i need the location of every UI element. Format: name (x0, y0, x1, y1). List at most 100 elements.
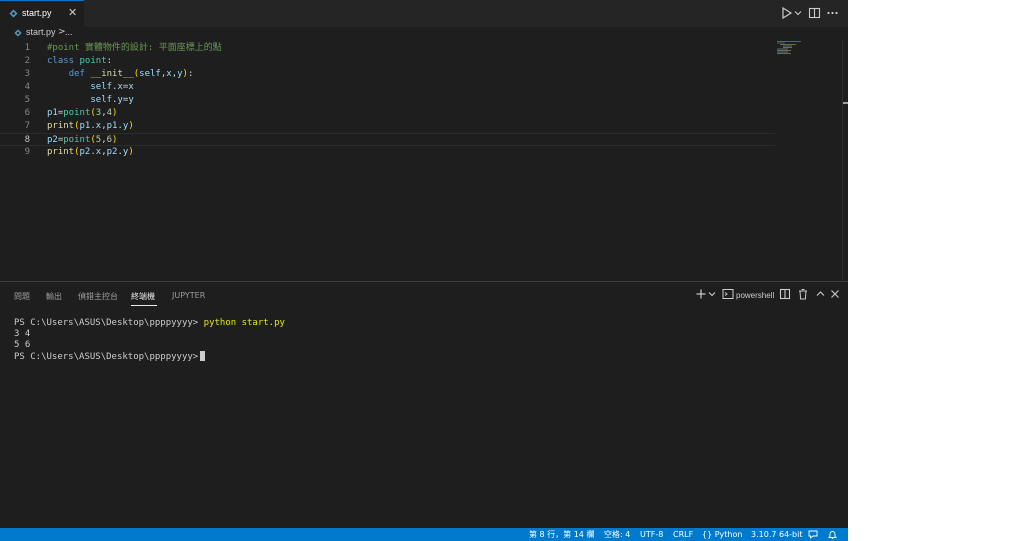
tab-output[interactable]: 輸出 (46, 291, 62, 302)
code-line[interactable]: 8 p2=point(5,6) (0, 133, 775, 146)
status-encoding[interactable]: UTF-8 (640, 529, 663, 540)
editor-scrollbar[interactable] (842, 40, 848, 281)
code-editor[interactable]: 1 #point 實體物件的設計: 平面座標上的點 2 class point: 3 d… (0, 40, 848, 281)
terminal-prompt: PS C:\Users\ASUS\Desktop\ppppyyyy> (14, 352, 199, 362)
split-terminal-icon[interactable] (779, 288, 791, 300)
terminal-shell-label[interactable]: powershell (736, 291, 774, 300)
code-token: ) (128, 121, 134, 131)
terminal-prompt: PS C:\Users\ASUS\Desktop\ppppyyyy> (14, 318, 199, 328)
code-token: p2 (47, 135, 58, 145)
line-number: 4 (24, 82, 30, 92)
code-line[interactable]: 3 def __init__(self,x,y): (0, 68, 775, 81)
code-line[interactable]: 7 print(p1.x,p1.y) (0, 120, 775, 133)
terminal-output-line: 5 6 (14, 340, 31, 350)
code-line[interactable]: 4 self.x=x (0, 81, 775, 94)
active-tab-indicator (131, 305, 157, 306)
code-token: y (128, 95, 134, 105)
code-token: p2 (106, 147, 118, 157)
split-editor-icon[interactable] (808, 6, 821, 20)
vscode-window: start.py ✕ start.py > ... 1 #point 實體物件的設… (0, 0, 848, 541)
breadcrumb-symbol[interactable]: ... (65, 27, 73, 37)
code-token: : (106, 56, 113, 66)
scrollbar-cursor-marker (843, 102, 848, 104)
code-token: point (63, 108, 91, 118)
code-line[interactable]: 9 print(p2.x,p2.y) (0, 146, 775, 159)
status-cursor-position[interactable]: 第 8 行，第 14 欄 (529, 529, 594, 540)
status-indentation[interactable]: 空格: 4 (604, 529, 630, 540)
editor-tab-bar: start.py ✕ (0, 0, 848, 27)
status-language-label: Python (714, 530, 743, 539)
status-eol[interactable]: CRLF (673, 529, 693, 540)
editor-tab-start-py[interactable]: start.py ✕ (0, 0, 84, 27)
terminal-output[interactable]: PS C:\Users\ASUS\Desktop\ppppyyyy> pytho… (0, 316, 848, 516)
status-language[interactable]: {} Python (702, 529, 742, 540)
code-token: self (90, 82, 113, 92)
code-token: __init__ (90, 69, 134, 79)
code-text: #point 實體物件的設計: 平面座標上的點 (47, 42, 222, 55)
status-interpreter[interactable]: 3.10.7 64-bit (751, 529, 803, 540)
close-icon[interactable] (830, 288, 840, 300)
code-text: def __init__(self,x,y): (47, 68, 194, 81)
code-line[interactable]: 1 #point 實體物件的設計: 平面座標上的點 (0, 42, 775, 55)
code-token: def (68, 69, 85, 79)
code-text: class point: (47, 55, 112, 68)
tab-debug-console[interactable]: 偵錯主控台 (78, 291, 118, 302)
feedback-icon[interactable] (808, 530, 818, 539)
code-token: class (47, 56, 75, 66)
bottom-panel: 問題 輸出 偵錯主控台 終端機 JUPYTER powershell PS C:… (0, 281, 848, 528)
play-icon[interactable] (781, 6, 793, 20)
plus-icon[interactable] (695, 288, 707, 300)
code-token: : (187, 69, 194, 79)
terminal-prompt-line: PS C:\Users\ASUS\Desktop\ppppyyyy> (14, 351, 206, 362)
python-file-icon (9, 9, 18, 18)
code-text: print(p2.x,p2.y) (47, 146, 134, 159)
line-number: 6 (24, 108, 30, 118)
code-token: print (47, 147, 75, 157)
code-line[interactable]: 6 p1=point(3,4) (0, 107, 775, 120)
minimap[interactable] (776, 40, 842, 281)
breadcrumb: start.py > ... (0, 27, 848, 40)
terminal-command-line: PS C:\Users\ASUS\Desktop\ppppyyyy> pytho… (14, 318, 285, 329)
line-number: 1 (24, 43, 30, 53)
code-token: ) (128, 147, 134, 157)
code-text: print(p1.x,p1.y) (47, 120, 134, 133)
code-line[interactable]: 5 self.y=y (0, 94, 775, 107)
minimap-preview (777, 41, 801, 54)
code-text: self.x=x (47, 81, 134, 94)
status-bar: 第 8 行，第 14 欄 空格: 4 UTF-8 CRLF {} Python … (0, 528, 848, 541)
line-number: 9 (24, 147, 30, 157)
code-token: ) (112, 108, 118, 118)
tab-problems[interactable]: 問題 (14, 291, 30, 302)
terminal-cursor (200, 351, 206, 361)
editor-tab-label: start.py (22, 8, 52, 18)
ellipsis-icon[interactable] (826, 6, 839, 20)
code-token: x (128, 82, 134, 92)
bell-icon[interactable] (828, 530, 837, 539)
tab-jupyter[interactable]: JUPYTER (172, 291, 205, 300)
code-token: point (63, 135, 91, 145)
code-token: point (79, 56, 107, 66)
terminal-output-line: 3 4 (14, 329, 31, 339)
code-token: #point 實體物件的設計: 平面座標上的點 (47, 43, 222, 53)
close-icon[interactable]: ✕ (68, 7, 77, 18)
terminal-icon (722, 289, 734, 299)
tab-terminal[interactable]: 終端機 (131, 291, 155, 302)
code-token: self (139, 69, 161, 79)
code-token: print (47, 121, 75, 131)
code-token: p1 (47, 108, 58, 118)
line-number: 2 (24, 56, 30, 66)
chevron-up-icon[interactable] (815, 288, 826, 300)
line-number: 5 (24, 95, 30, 105)
terminal-command: python start.py (203, 318, 285, 328)
chevron-down-icon[interactable] (708, 288, 716, 300)
code-text: self.y=y (47, 94, 134, 107)
trash-icon[interactable] (797, 288, 809, 300)
braces-icon: {} (702, 530, 713, 539)
breadcrumb-file[interactable]: start.py (26, 27, 56, 37)
code-line[interactable]: 2 class point: (0, 55, 775, 68)
chevron-down-icon[interactable] (794, 6, 802, 20)
code-token: p2 (79, 147, 91, 157)
